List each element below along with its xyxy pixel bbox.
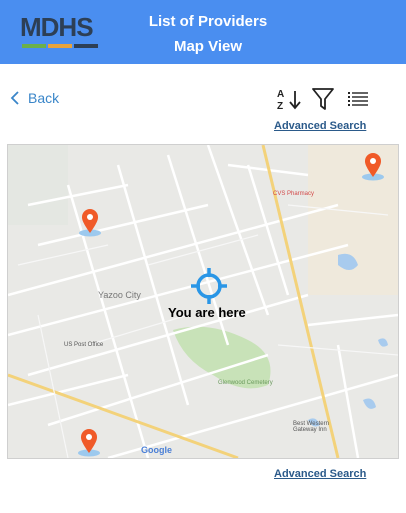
back-label: Back bbox=[28, 90, 60, 106]
map-label-city: Yazoo City bbox=[98, 290, 141, 300]
svg-text:Z: Z bbox=[277, 101, 283, 112]
current-location-icon[interactable] bbox=[190, 267, 228, 305]
map-label-hotel: Best Western Gateway Inn bbox=[293, 421, 329, 433]
map-label-cemetery: Glenwood Cemetery bbox=[218, 380, 273, 386]
logo-color-bars bbox=[22, 44, 98, 48]
advanced-search-link[interactable]: Advanced Search bbox=[274, 120, 366, 132]
google-logo: Google bbox=[141, 445, 172, 455]
page-subtitle: Map View bbox=[173, 38, 243, 55]
mdhs-logo: MDHS bbox=[20, 12, 102, 52]
list-view-icon[interactable] bbox=[347, 86, 369, 112]
provider-pin-icon[interactable] bbox=[78, 207, 102, 237]
filter-icon[interactable] bbox=[312, 86, 334, 112]
app-header: MDHS List of Providers Map View bbox=[0, 0, 406, 64]
chevron-left-icon bbox=[10, 91, 19, 105]
you-are-here-label: You are here bbox=[168, 305, 246, 320]
map-label-pharmacy: CVS Pharmacy bbox=[273, 191, 315, 197]
advanced-search-link-bottom[interactable]: Advanced Search bbox=[274, 468, 366, 480]
logo-text: MDHS bbox=[20, 12, 94, 42]
provider-pin-icon[interactable] bbox=[361, 151, 385, 181]
sort-az-icon[interactable]: A Z bbox=[277, 86, 305, 112]
map-label-post-office: US Post Office bbox=[64, 342, 104, 348]
provider-pin-icon[interactable] bbox=[77, 427, 101, 457]
back-button[interactable]: Back bbox=[10, 90, 59, 106]
page-title: List of Providers bbox=[148, 13, 268, 30]
svg-text:A: A bbox=[277, 89, 284, 100]
provider-map[interactable]: Yazoo City CVS Pharmacy US Post Office G… bbox=[7, 144, 399, 459]
